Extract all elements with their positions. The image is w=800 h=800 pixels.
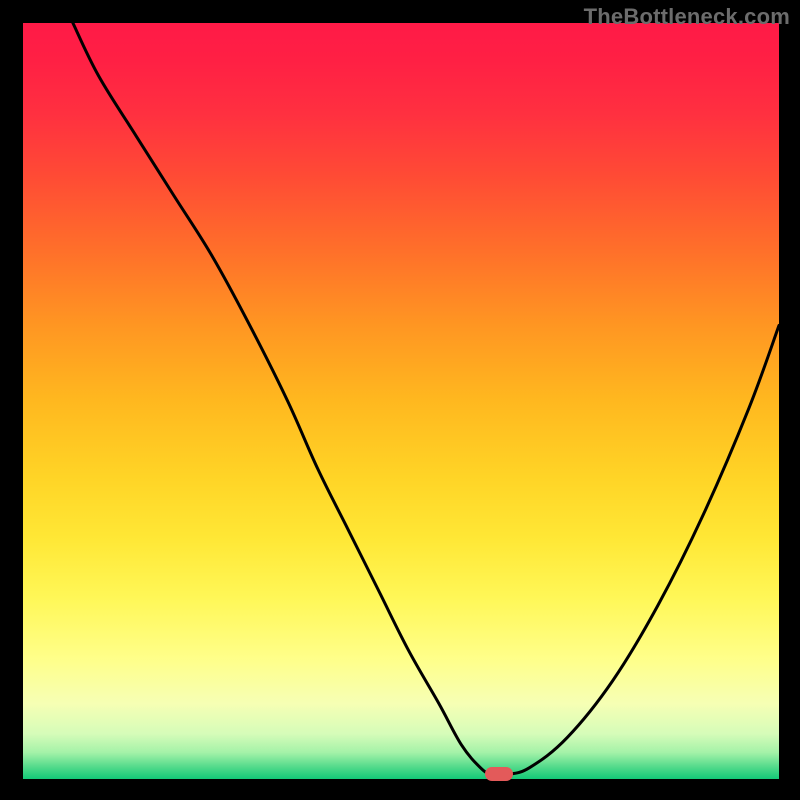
optimal-point-marker bbox=[485, 767, 513, 781]
chart-frame: TheBottleneck.com bbox=[0, 0, 800, 800]
watermark-text: TheBottleneck.com bbox=[584, 4, 790, 30]
bottleneck-curve-chart bbox=[23, 23, 779, 779]
plot-area bbox=[23, 23, 779, 779]
